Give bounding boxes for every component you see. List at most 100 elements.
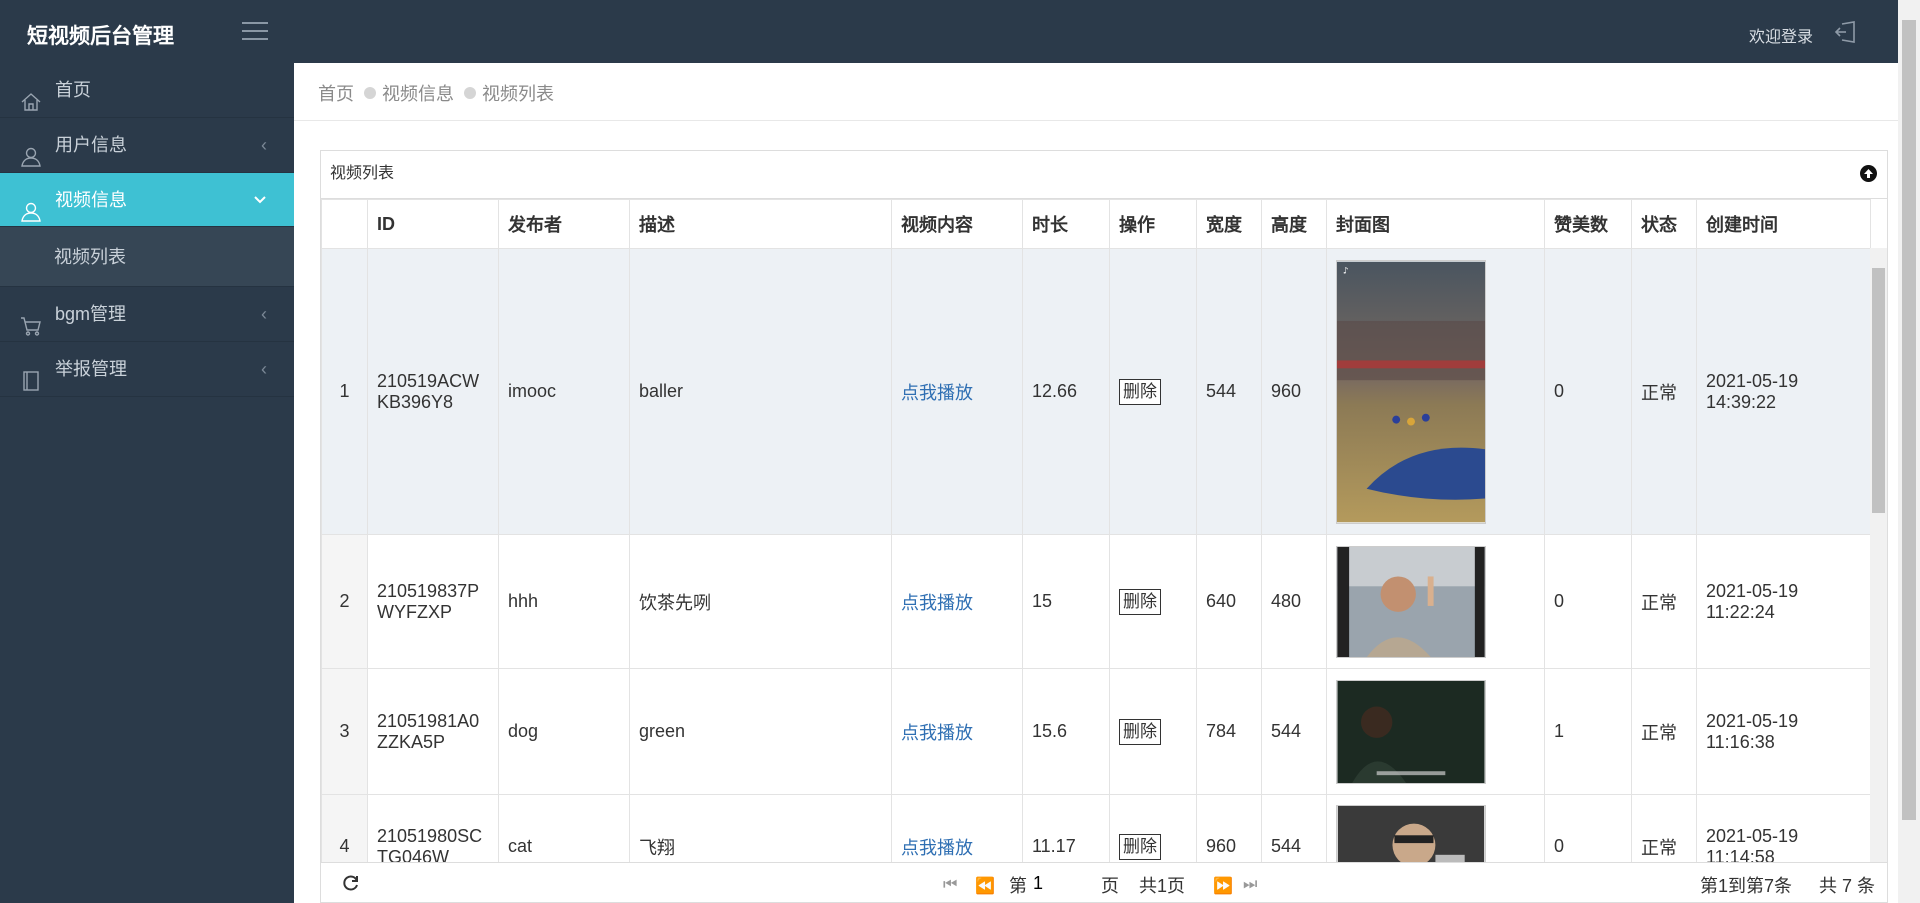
sidebar-item-label: 视频信息	[55, 190, 127, 210]
row-number: 3	[321, 668, 368, 795]
cell-status: 正常	[1631, 794, 1697, 863]
window-scrollbar-thumb[interactable]	[1902, 20, 1916, 820]
logout-icon[interactable]	[1832, 18, 1860, 46]
column-header[interactable]: 描述	[629, 199, 892, 249]
delete-button[interactable]: 删除	[1119, 718, 1161, 745]
row-number: 2	[321, 534, 368, 669]
collapse-up-icon[interactable]	[1860, 165, 1877, 182]
sidebar-item-bgm[interactable]: bgm管理 ‹	[0, 287, 294, 342]
cell-width: 960	[1196, 794, 1262, 863]
column-header[interactable]: 视频内容	[891, 199, 1023, 249]
first-page-icon[interactable]: ⏮	[943, 876, 957, 894]
table-row[interactable]: 2 210519837PWYFZXP hhh 饮茶先咧 点我播放 15 删除 6…	[321, 534, 1871, 669]
prev-page-icon[interactable]: ⏪	[975, 876, 995, 896]
record-total: 共 7 条	[1818, 876, 1875, 896]
menu-toggle-icon[interactable]	[242, 22, 268, 44]
cell-width: 544	[1196, 248, 1262, 535]
table-row[interactable]: 3 21051981A0ZZKA5P dog green 点我播放 15.6 删…	[321, 668, 1871, 795]
play-video-link[interactable]: 点我播放	[901, 593, 973, 613]
panel-title: 视频列表	[330, 165, 395, 182]
chevron-down-icon	[253, 173, 267, 227]
cell-desc: baller	[629, 248, 892, 535]
page-number-input[interactable]	[1031, 872, 1091, 895]
cell-publisher: imooc	[498, 248, 630, 535]
column-header[interactable]: 高度	[1261, 199, 1327, 249]
cell-likes: 0	[1544, 794, 1632, 863]
cover-image[interactable]: ♪	[1336, 259, 1486, 524]
cell-video: 点我播放	[891, 534, 1023, 669]
cell-desc: 飞翔	[629, 794, 892, 863]
dot-separator-icon	[364, 87, 376, 99]
cart-icon	[20, 304, 42, 336]
column-header-index	[321, 199, 368, 249]
column-header[interactable]: 创建时间	[1696, 199, 1871, 249]
cell-id: 210519837PWYFZXP	[367, 534, 499, 669]
delete-button[interactable]: 删除	[1119, 833, 1161, 860]
column-header[interactable]: 状态	[1631, 199, 1697, 249]
cell-duration: 15	[1022, 534, 1110, 669]
cell-created: 2021-05-19 11:22:24	[1696, 534, 1871, 669]
column-header[interactable]: 时长	[1022, 199, 1110, 249]
data-grid: ID 发布者 描述 视频内容 时长 操作 宽度 高度 封面图 赞美数 状态 创建…	[321, 199, 1887, 863]
table-row[interactable]: 1 210519ACWKB396Y8 imooc baller 点我播放 12.…	[321, 248, 1871, 535]
cell-likes: 0	[1544, 534, 1632, 669]
cell-desc: 饮茶先咧	[629, 534, 892, 669]
sidebar-item-videos[interactable]: 视频信息	[0, 173, 294, 227]
column-header[interactable]: 操作	[1109, 199, 1197, 249]
refresh-icon[interactable]	[341, 873, 361, 893]
book-icon	[20, 359, 42, 391]
user-icon	[20, 190, 42, 222]
top-header: 短视频后台管理 欢迎登录	[0, 0, 1898, 63]
video-list-panel: 视频列表 ID 发布者 描述 视频内容 时长 操作 宽度 高度 封面图 赞美数 …	[320, 150, 1888, 903]
cell-created: 2021-05-19 11:16:38	[1696, 668, 1871, 795]
column-header[interactable]: 赞美数	[1544, 199, 1632, 249]
cell-action: 删除	[1109, 794, 1197, 863]
sidebar-item-label: bgm管理	[55, 304, 127, 324]
cell-action: 删除	[1109, 534, 1197, 669]
column-header[interactable]: 宽度	[1196, 199, 1262, 249]
chevron-left-icon: ‹	[261, 304, 267, 324]
delete-button[interactable]: 删除	[1119, 378, 1161, 405]
scrollbar-thumb[interactable]	[1872, 268, 1885, 513]
page-prefix: 第	[1009, 876, 1027, 896]
app-title: 短视频后台管理	[27, 25, 174, 48]
cover-image[interactable]	[1336, 679, 1486, 784]
play-video-link[interactable]: 点我播放	[901, 723, 973, 743]
column-header[interactable]: ID	[367, 199, 499, 249]
cell-desc: green	[629, 668, 892, 795]
app-window: 短视频后台管理 欢迎登录 首页 用户信息 ‹ 视频信息 视频列表 bgm管理 ‹…	[0, 0, 1898, 903]
sidebar-item-users[interactable]: 用户信息 ‹	[0, 118, 294, 173]
cell-height: 544	[1261, 668, 1327, 795]
cell-duration: 12.66	[1022, 248, 1110, 535]
next-page-icon[interactable]: ⏩	[1213, 876, 1233, 896]
sidebar-item-reports[interactable]: 举报管理 ‹	[0, 342, 294, 397]
record-range: 第1到第7条	[1699, 876, 1792, 896]
sidebar: 首页 用户信息 ‹ 视频信息 视频列表 bgm管理 ‹ 举报管理 ‹	[0, 63, 294, 903]
cell-height: 544	[1261, 794, 1327, 863]
table-row[interactable]: 4 21051980SCTG046W cat 飞翔 点我播放 11.17 删除 …	[321, 794, 1871, 864]
cell-video: 点我播放	[891, 668, 1023, 795]
cell-cover	[1326, 668, 1545, 795]
delete-button[interactable]: 删除	[1119, 588, 1161, 615]
cover-image[interactable]	[1336, 545, 1486, 658]
cell-duration: 15.6	[1022, 668, 1110, 795]
sidebar-item-home[interactable]: 首页	[0, 63, 294, 118]
table-scrollbar[interactable]	[1870, 248, 1887, 863]
welcome-text: 欢迎登录	[1748, 29, 1813, 46]
play-video-link[interactable]: 点我播放	[901, 838, 973, 858]
breadcrumb: 首页 视频信息 视频列表	[318, 80, 554, 106]
breadcrumb-videos[interactable]: 视频信息	[382, 84, 454, 104]
sidebar-item-label: 用户信息	[55, 135, 127, 155]
svg-text:♪: ♪	[1343, 266, 1349, 276]
window-scrollbar[interactable]	[1898, 0, 1920, 903]
cell-id: 21051981A0ZZKA5P	[367, 668, 499, 795]
column-header[interactable]: 发布者	[498, 199, 630, 249]
cell-video: 点我播放	[891, 248, 1023, 535]
sidebar-subitem-video-list[interactable]: 视频列表	[0, 227, 294, 287]
last-page-icon[interactable]: ⏭	[1243, 876, 1257, 894]
breadcrumb-home[interactable]: 首页	[318, 84, 354, 104]
column-header[interactable]: 封面图	[1326, 199, 1545, 249]
play-video-link[interactable]: 点我播放	[901, 383, 973, 403]
cover-image[interactable]	[1336, 804, 1486, 864]
cell-height: 480	[1261, 534, 1327, 669]
